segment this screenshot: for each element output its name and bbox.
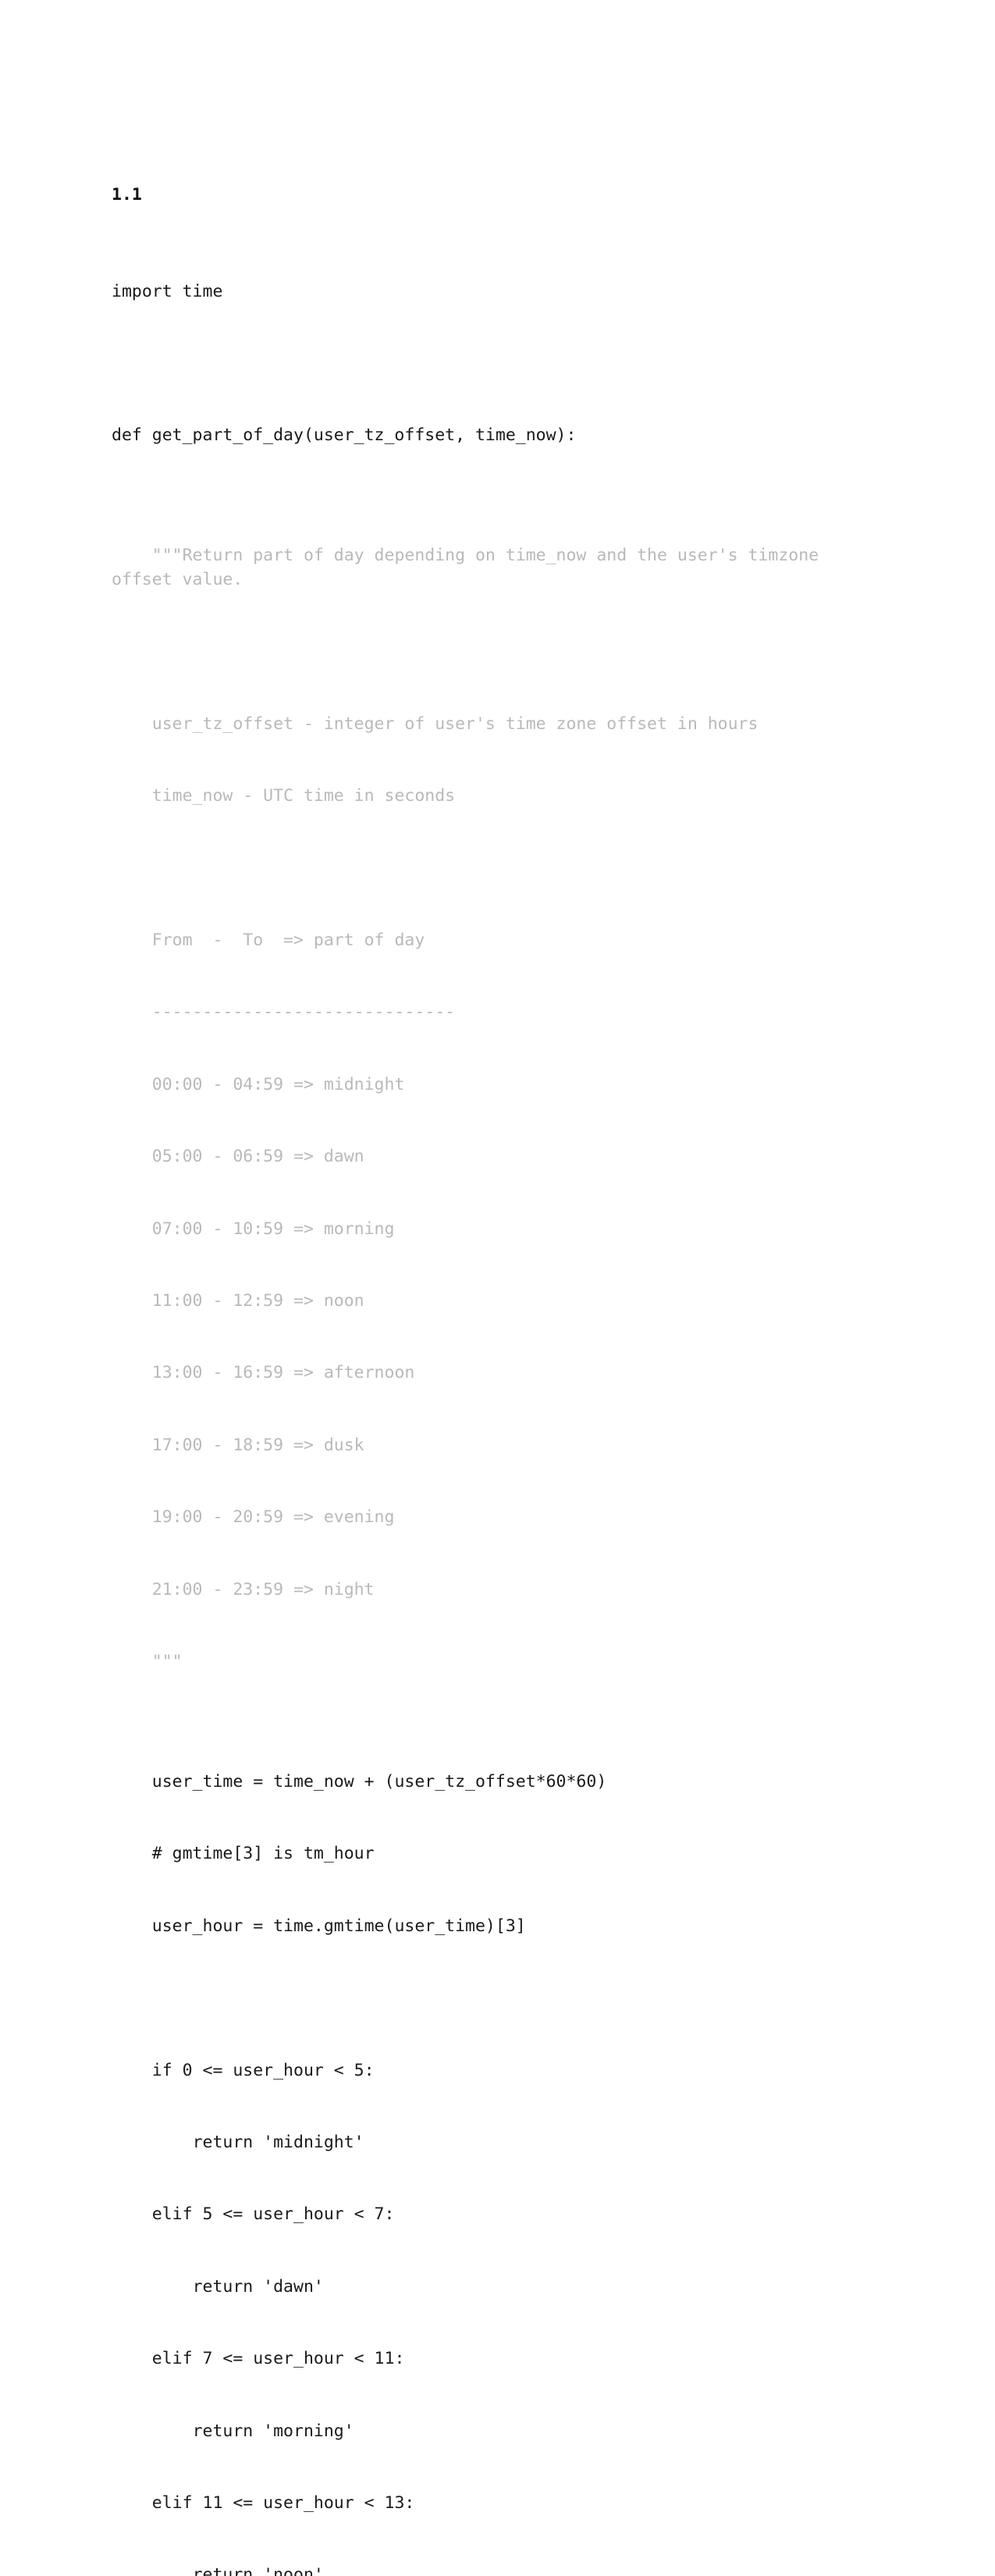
code-line-if-midnight: if 0 <= user_hour < 5: bbox=[112, 2060, 375, 2080]
docstring-blank-1 bbox=[112, 641, 861, 665]
docstring-table-row-dawn: 05:00 - 06:59 => dawn bbox=[112, 1147, 364, 1167]
docstring-table-rule: ------------------------------ bbox=[112, 1002, 456, 1023]
docstring-table-row-evening: 19:00 - 20:59 => evening bbox=[112, 1507, 395, 1528]
code-line-user-time: user_time = time_now + (user_tz_offset*6… bbox=[112, 1771, 607, 1791]
code-line-return-noon: return 'noon' bbox=[112, 2565, 324, 2576]
page-canvas: 1.1 import time def get_part_of_day(user… bbox=[0, 0, 995, 2576]
code-listing: 1.1 import time def get_part_of_day(user… bbox=[112, 112, 861, 2576]
code-line-return-dawn: return 'dawn' bbox=[112, 2276, 324, 2297]
code-line-elif-dawn: elif 5 <= user_hour < 7: bbox=[112, 2204, 395, 2225]
code-line-elif-noon: elif 11 <= user_hour < 13: bbox=[112, 2492, 415, 2513]
blank-line-before-if bbox=[112, 1987, 861, 2011]
code-line-import: import time bbox=[112, 281, 223, 301]
docstring-table-row-dusk: 17:00 - 18:59 => dusk bbox=[112, 1435, 364, 1455]
docstring-table-row-afternoon: 13:00 - 16:59 => afternoon bbox=[112, 1363, 415, 1383]
docstring-block: """Return part of day depending on time_… bbox=[112, 522, 861, 1720]
docstring-opening: """Return part of day depending on time_… bbox=[112, 546, 830, 590]
docstring-param-user-tz-offset: user_tz_offset - integer of user's time … bbox=[112, 713, 759, 734]
docstring-table-row-morning: 07:00 - 10:59 => morning bbox=[112, 1219, 395, 1239]
docstring-param-time-now: time_now - UTC time in seconds bbox=[112, 786, 456, 806]
docstring-blank-2 bbox=[112, 857, 861, 881]
docstring-closing: """ bbox=[112, 1652, 183, 1671]
docstring-table-header: From - To => part of day bbox=[112, 930, 425, 951]
section-heading: 1.1 bbox=[112, 185, 142, 205]
docstring-table-row-noon: 11:00 - 12:59 => noon bbox=[112, 1291, 364, 1311]
code-line-def: def get_part_of_day(user_tz_offset, time… bbox=[112, 425, 577, 446]
docstring-table-row-midnight: 00:00 - 04:59 => midnight bbox=[112, 1074, 405, 1094]
code-line-comment-gmtime: # gmtime[3] is tm_hour bbox=[112, 1844, 375, 1864]
code-line-elif-morning: elif 7 <= user_hour < 11: bbox=[112, 2349, 405, 2369]
code-line-return-midnight: return 'midnight' bbox=[112, 2132, 364, 2152]
docstring-table-row-night: 21:00 - 23:59 => night bbox=[112, 1579, 375, 1599]
code-line-user-hour: user_hour = time.gmtime(user_time)[3] bbox=[112, 1916, 526, 1936]
code-line-return-morning: return 'morning' bbox=[112, 2421, 354, 2441]
